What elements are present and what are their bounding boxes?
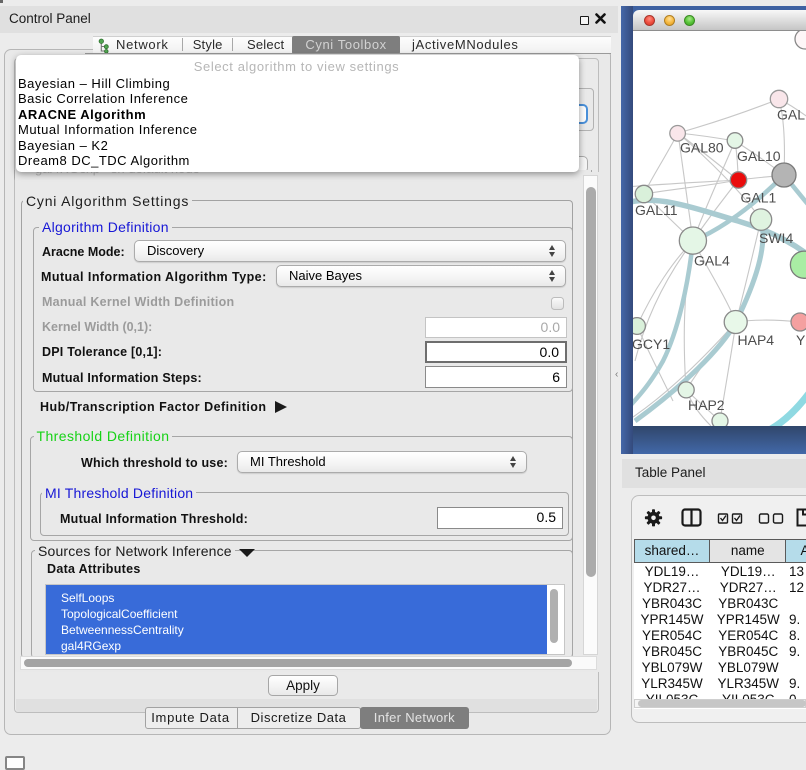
svg-text:GCY1: GCY1 [633,336,670,352]
svg-text:GAL4: GAL4 [694,253,730,269]
svg-text:GAL10: GAL10 [737,148,781,164]
svg-text:GAL80: GAL80 [680,140,724,156]
svg-text:HAP4: HAP4 [738,332,775,348]
svg-text:GAL1: GAL1 [741,189,777,205]
svg-text:HAP2: HAP2 [688,397,725,413]
svg-text:GAL: GAL [777,107,805,123]
svg-text:SWI4: SWI4 [759,230,793,246]
svg-text:Y: Y [796,332,806,348]
svg-text:GAL11: GAL11 [635,202,678,218]
